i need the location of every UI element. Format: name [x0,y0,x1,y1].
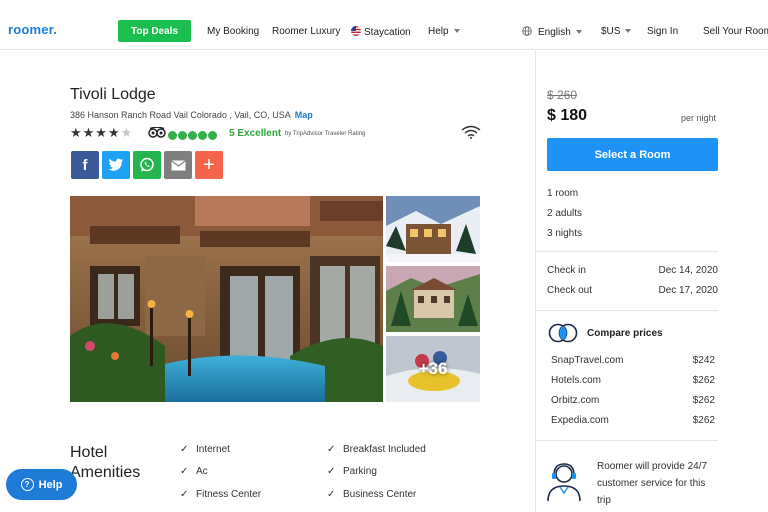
customer-service-agent-icon [547,463,581,502]
email-share-button[interactable] [164,151,192,179]
chevron-down-icon [625,29,632,34]
more-share-button[interactable]: + [195,151,223,179]
gallery-thumbnail[interactable] [386,196,480,262]
chevron-down-icon [453,29,460,34]
us-flag-icon [351,26,361,36]
provider-price[interactable]: $262 [660,375,715,386]
per-night-label: per night [681,113,717,123]
rating-bubble [178,131,187,140]
select-room-button[interactable]: Select a Room [547,138,718,171]
amenity-item: ✓ Breakfast Included [327,444,426,455]
amenity-item: ✓ Parking [327,466,377,477]
top-nav: roomer. Top Deals My Booking Roomer Luxu… [0,0,768,50]
check-out-label: Check out [547,285,593,296]
globe-icon [522,26,532,36]
check-icon: ✓ [180,444,189,455]
compare-prices-title: Compare prices [587,328,663,339]
rating-bubble [198,131,207,140]
roomer-logo[interactable]: roomer. [8,22,57,37]
check-icon: ✓ [327,489,336,500]
gallery-thumbnail[interactable] [386,266,480,332]
rating-text: 5 Excellent [229,128,282,139]
panel-divider [535,50,536,512]
check-out-date[interactable]: Dec 17, 2020 [640,285,719,296]
section-divider [536,251,718,252]
provider-name[interactable]: SnapTravel.com [551,355,623,366]
currency-selector[interactable]: $US [601,26,632,37]
help-chat-button[interactable]: ? Help [6,469,77,500]
main-hotel-photo[interactable] [70,196,383,402]
language-selector[interactable]: English [522,26,582,38]
nights-count[interactable]: 3 nights [547,228,582,239]
question-icon: ? [20,478,34,491]
adults-count[interactable]: 2 adults [547,208,582,219]
rating-bubble [188,131,197,140]
rating-bubble [208,131,217,140]
provider-price[interactable]: $242 [660,355,715,366]
facebook-icon: f [82,156,88,174]
current-price: $ 180 [547,107,588,124]
tripadvisor-bubbles [168,127,218,145]
amenity-item: ✓ Internet [180,444,230,455]
envelope-icon [170,159,186,170]
section-divider [536,310,718,311]
amenity-item: ✓ Business Center [327,489,417,500]
tripadvisor-owl-icon [148,127,166,138]
map-link[interactable]: Map [295,110,313,120]
twitter-share-button[interactable] [102,151,130,179]
provider-name[interactable]: Hotels.com [551,375,601,386]
winter-lodge-image [386,196,480,262]
twitter-icon [108,158,124,171]
sign-in-link[interactable]: Sign In [647,26,678,37]
star-rating: ★★★★★ [70,125,134,140]
provider-name[interactable]: Orbitz.com [551,395,599,406]
whatsapp-icon [140,157,154,172]
rooms-count[interactable]: 1 room [547,188,578,199]
hotel-courtyard-image [70,196,383,402]
section-divider [536,440,718,441]
hotel-name: Tivoli Lodge [70,86,156,103]
compare-prices-icon [548,323,578,343]
amenity-item: ✓ Ac [180,466,208,477]
facebook-share-button[interactable]: f [71,151,99,179]
my-booking-link[interactable]: My Booking [207,26,259,37]
provider-price[interactable]: $262 [660,395,715,406]
check-icon: ✓ [327,444,336,455]
chevron-down-icon [575,30,582,35]
check-icon: ✓ [327,466,336,477]
rating-bubble [168,131,177,140]
check-icon: ✓ [180,489,189,500]
check-in-date[interactable]: Dec 14, 2020 [640,265,719,276]
sell-your-room-link[interactable]: Sell Your Room [703,26,768,37]
check-in-label: Check in [547,265,586,276]
summer-lodge-image [386,266,480,332]
gallery-more-photos[interactable]: +36 [386,336,480,402]
roomer-luxury-link[interactable]: Roomer Luxury [272,26,340,37]
amenity-item: ✓ Fitness Center [180,489,262,500]
support-message: Roomer will provide 24/7 customer servic… [597,461,708,506]
whatsapp-share-button[interactable] [133,151,161,179]
wifi-icon [461,125,481,139]
original-price: $ 260 [547,88,578,102]
provider-price[interactable]: $262 [660,415,715,426]
top-deals-button[interactable]: Top Deals [118,20,191,42]
plus-icon: + [203,153,215,176]
staycation-link[interactable]: Staycation [351,26,411,38]
more-photos-count: +36 [418,359,448,378]
provider-name[interactable]: Expedia.com [551,415,609,426]
amenities-title: Hotel Amenities [70,444,141,481]
rating-source: by TripAdvisor Traveler Rating [285,131,366,137]
hotel-address: 386 Hanson Ranch Road Vail Colorado , Va… [70,110,313,120]
check-icon: ✓ [180,466,189,477]
help-menu[interactable]: Help [428,26,460,37]
